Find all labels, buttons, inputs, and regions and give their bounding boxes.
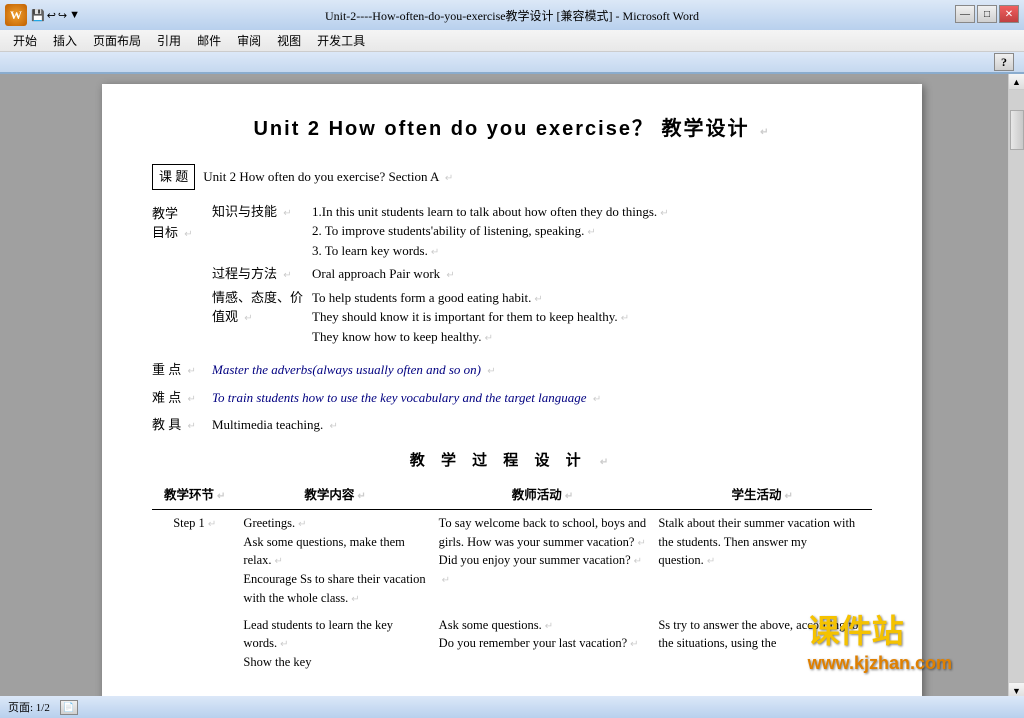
office-logo: W [5,4,27,26]
redo-icon[interactable]: ↪ [58,9,67,22]
maximize-button[interactable]: □ [977,5,997,23]
scroll-thumb[interactable] [1010,110,1024,150]
nandian-row: 难 点 ↵ To train students how to use the k… [152,388,872,408]
guocheng-label: 过程与方法 ↵ [212,264,312,284]
ribbon: ? [0,52,1024,74]
menu-references[interactable]: 引用 [149,30,189,51]
guocheng-row: 过程与方法 ↵ Oral approach Pair work ↵ [212,264,872,284]
qinggan-item-2: They should know it is important for the… [312,307,872,327]
step-2-content: Lead students to learn the key words.↵ S… [237,612,432,676]
step-1-student: Stalk about their summer vacation with t… [652,509,872,611]
process-title: 教 学 过 程 设 计 ↵ [152,450,872,473]
guocheng-content: Oral approach Pair work ↵ [312,264,872,284]
zhishi-item-1: 1.In this unit students learn to talk ab… [312,202,872,222]
header-student: 学生活动↵ [652,482,872,509]
table-header-row: 教学环节↵ 教学内容↵ 教师活动↵ 学生活动↵ [152,482,872,509]
menu-page-layout[interactable]: 页面布局 [85,30,149,51]
qinggan-row: 情感、态度、价值观 ↵ To help students form a good… [212,288,872,347]
qinggan-label: 情感、态度、价值观 ↵ [212,288,312,347]
qinggan-content: To help students form a good eating habi… [312,288,872,347]
undo-icon[interactable]: ↩ [47,9,56,22]
zhishi-item-3: 3. To learn key words.↵ [312,241,872,261]
jiaoju-content: Multimedia teaching. ↵ [212,415,872,435]
window-controls[interactable]: — □ ✕ [955,5,1019,23]
save-icon[interactable]: 💾 [31,9,45,22]
menu-view[interactable]: 视图 [269,30,309,51]
process-table: 教学环节↵ 教学内容↵ 教师活动↵ 学生活动↵ Step 1↵ Greeting… [152,482,872,676]
scroll-track[interactable] [1009,90,1024,698]
return-mark: ↵ [760,127,770,138]
jiaoxue-label: 教学目标 [152,206,178,241]
step-1-content: Greetings.↵ Ask some questions, make the… [237,509,432,611]
zhongdian-row: 重 点 ↵ Master the adverbs(always usually … [152,360,872,380]
page-title: Unit 2 How often do you exercise？ 教学设计 ↵ [152,114,872,144]
qinggan-item-1: To help students form a good eating habi… [312,288,872,308]
objectives-label: 教学目标 ↵ [152,202,212,351]
keti-row: 课 题 Unit 2 How often do you exercise? Se… [152,164,872,190]
minimize-button[interactable]: — [955,5,975,23]
keti-text: Unit 2 How often do you exercise? Sectio… [203,169,438,184]
step-1-label: Step 1↵ [152,509,237,676]
page-status: 页面: 1/2 [8,699,50,715]
table-row: Step 1↵ Greetings.↵ Ask some questions, … [152,509,872,611]
table-row: Lead students to learn the key words.↵ S… [152,612,872,676]
menu-start[interactable]: 开始 [5,30,45,51]
menu-review[interactable]: 审阅 [229,30,269,51]
dropdown-icon[interactable]: ▼ [69,9,80,22]
step-1-teacher: To say welcome back to school, boys and … [433,509,653,611]
scroll-up-button[interactable]: ▲ [1009,74,1024,90]
main-area: Unit 2 How often do you exercise？ 教学设计 ↵… [0,74,1024,718]
status-bar: 页面: 1/2 📄 [0,696,1024,718]
jiaoju-row: 教 具 ↵ Multimedia teaching. ↵ [152,415,872,435]
zhongdian-label: 重 点 ↵ [152,360,212,380]
nandian-label: 难 点 ↵ [152,388,212,408]
zhishi-content: 1.In this unit students learn to talk ab… [312,202,872,261]
keti-label: 课 题 [152,164,195,190]
zhishi-row: 知识与技能 ↵ 1.In this unit students learn to… [212,202,872,261]
header-teacher: 教师活动↵ [433,482,653,509]
zhishi-label: 知识与技能 ↵ [212,202,312,261]
menu-dev-tools[interactable]: 开发工具 [309,30,373,51]
step-2-student: Ss try to answer the above, according to… [652,612,872,676]
step-2-teacher: Ask some questions.↵ Do you remember you… [433,612,653,676]
header-content: 教学内容↵ [237,482,432,509]
page: Unit 2 How often do you exercise？ 教学设计 ↵… [102,84,922,706]
page-icon[interactable]: 📄 [60,700,78,715]
jiaoju-label: 教 具 ↵ [152,415,212,435]
keti-content: Unit 2 How often do you exercise? Sectio… [203,167,453,187]
document-area: Unit 2 How often do you exercise？ 教学设计 ↵… [0,74,1024,718]
quick-access[interactable]: 💾 ↩ ↪ ▼ [31,9,80,22]
objectives-section: 教学目标 ↵ 知识与技能 ↵ 1.In this unit students l… [152,202,872,351]
help-button[interactable]: ? [994,53,1014,71]
close-button[interactable]: ✕ [999,5,1019,23]
objectives-content: 知识与技能 ↵ 1.In this unit students learn to… [212,202,872,351]
page-title-text: Unit 2 How often do you exercise？ 教学设计 [253,118,749,140]
window-title: Unit-2----How-often-do-you-exercise教学设计 … [325,7,699,24]
title-left: W 💾 ↩ ↪ ▼ [5,4,80,26]
title-bar: W 💾 ↩ ↪ ▼ Unit-2----How-often-do-you-exe… [0,0,1024,30]
zhishi-item-2: 2. To improve students'ability of listen… [312,221,872,241]
menu-mail[interactable]: 邮件 [189,30,229,51]
qinggan-item-3: They know how to keep healthy.↵ [312,327,872,347]
zhongdian-content: Master the adverbs(always usually often … [212,360,872,380]
menu-bar: 开始 插入 页面布局 引用 邮件 审阅 视图 开发工具 [0,30,1024,52]
menu-insert[interactable]: 插入 [45,30,85,51]
nandian-content: To train students how to use the key voc… [212,388,872,408]
header-step: 教学环节↵ [152,482,237,509]
vertical-scrollbar[interactable]: ▲ ▼ [1008,74,1024,698]
keti-return: ↵ [445,173,453,184]
